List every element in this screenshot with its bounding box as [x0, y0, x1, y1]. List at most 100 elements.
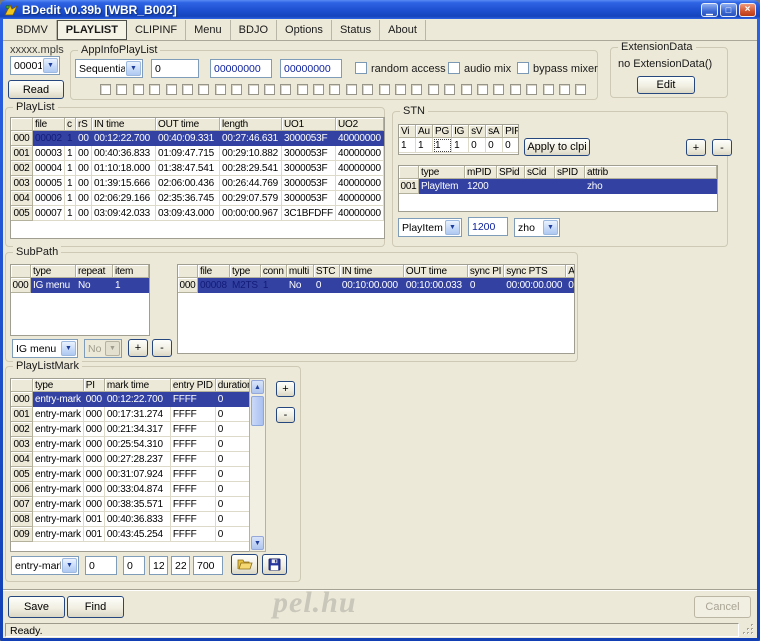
cell[interactable]: 02:06:29.166 [92, 191, 156, 206]
chevron-down-icon[interactable]: ▼ [43, 58, 58, 73]
column-header[interactable]: item [113, 265, 149, 278]
table-row[interactable]: 002 00004 1 00 01:10:18.000 01:38:47.541 00:28… [11, 161, 384, 176]
cell[interactable]: 000 [83, 452, 105, 467]
uo-mask-checkbox[interactable] [493, 84, 505, 95]
cell[interactable]: 00007 [33, 206, 65, 221]
tab-bdmv[interactable]: BDMV [8, 20, 57, 40]
tab-status[interactable]: Status [332, 20, 381, 40]
uo-mask-checkbox[interactable] [296, 84, 308, 95]
column-header[interactable]: sV [469, 125, 487, 138]
cell[interactable]: 00005 [33, 176, 65, 191]
cell[interactable]: 1 [65, 161, 76, 176]
uo-mask-checkbox[interactable] [509, 84, 521, 95]
cell[interactable]: 000 [83, 407, 105, 422]
column-header[interactable]: file [198, 265, 230, 278]
mark-pi-field[interactable] [85, 556, 117, 575]
mpls-file-select[interactable]: 00001 ▼ [10, 56, 60, 75]
column-header[interactable]: file [33, 118, 65, 131]
cell[interactable]: 1200 [465, 179, 497, 194]
playlistmark-table[interactable]: type PI mark time entry PID duration 000 entry… [11, 379, 249, 542]
cell[interactable]: 0 [215, 407, 249, 422]
corner-header[interactable] [178, 265, 198, 278]
uo-mask-checkbox[interactable] [395, 84, 407, 95]
tab-playlist[interactable]: PLAYLIST [56, 20, 127, 40]
column-header[interactable]: An [566, 265, 574, 278]
row-header[interactable]: 006 [11, 482, 33, 497]
cell[interactable]: 0 [383, 176, 384, 191]
cell[interactable]: 000 [83, 437, 105, 452]
table-row[interactable]: 000 IG menu No 1 [11, 278, 149, 293]
cell[interactable]: 0 [215, 527, 249, 542]
cell[interactable]: 00 [76, 161, 92, 176]
tab-about[interactable]: About [380, 20, 426, 40]
cell[interactable]: 0 [467, 278, 505, 293]
uo-mask-checkbox[interactable] [558, 84, 570, 95]
tab-bdjo[interactable]: BDJO [231, 20, 278, 40]
edit-button[interactable]: Edit [637, 76, 695, 94]
column-header[interactable]: PG [433, 125, 453, 138]
chevron-down-icon[interactable]: ▼ [61, 341, 76, 356]
column-header[interactable]: An [383, 118, 384, 131]
column-header[interactable]: entry PID [170, 379, 216, 392]
uo-mask-checkbox[interactable] [362, 84, 374, 95]
uo-mask-checkbox[interactable] [263, 84, 275, 95]
chevron-down-icon[interactable]: ▼ [126, 61, 141, 76]
subpath-paths-table[interactable]: type repeat item 000 IG menu No 1 [11, 265, 149, 293]
column-header[interactable]: mPID [465, 166, 497, 179]
cell[interactable]: FFFF [170, 467, 216, 482]
cell[interactable]: entry-mark [33, 407, 84, 422]
cell[interactable]: 1 [65, 146, 76, 161]
table-row[interactable]: 001 entry-mark 000 00:17:31.274 FFFF 0 [11, 407, 249, 422]
mark-type-select[interactable]: entry-mark ▼ [11, 556, 79, 575]
column-header[interactable]: length [220, 118, 282, 131]
table-row[interactable]: 006 entry-mark 000 00:33:04.874 FFFF 0 [11, 482, 249, 497]
tab-menu[interactable]: Menu [186, 20, 231, 40]
uo-mask-checkbox[interactable] [444, 84, 456, 95]
column-header[interactable]: IN time [92, 118, 156, 131]
scrollbar-thumb[interactable] [251, 396, 264, 426]
column-header[interactable]: Au [416, 125, 433, 138]
cell[interactable]: 00:27:46.631 [220, 131, 282, 146]
table-row[interactable]: 004 00006 1 00 02:06:29.166 02:35:36.745 00:29… [11, 191, 384, 206]
cell[interactable]: FFFF [170, 437, 216, 452]
row-header[interactable]: 005 [11, 206, 33, 221]
chevron-down-icon[interactable]: ▼ [543, 220, 558, 235]
maximize-button[interactable]: □ [720, 2, 737, 17]
cell[interactable]: 00:26:44.769 [220, 176, 282, 191]
cell[interactable]: 40000000 [335, 161, 384, 176]
cell[interactable]: 0 [215, 497, 249, 512]
cell[interactable]: 1 [452, 138, 470, 153]
cell[interactable]: 001 [83, 512, 105, 527]
cell[interactable]: 3C1BFDFF [282, 206, 336, 221]
column-header[interactable]: duration [215, 379, 249, 392]
close-button[interactable]: × [739, 2, 756, 17]
cell[interactable]: entry-mark [33, 467, 84, 482]
mark-hours-field[interactable] [123, 556, 145, 575]
uo-mask-checkbox[interactable] [526, 84, 538, 95]
column-header[interactable]: SPid [497, 166, 525, 179]
cell[interactable]: 02:06:00.436 [156, 176, 220, 191]
column-header[interactable]: Vi [399, 125, 416, 138]
cell[interactable]: 00:29:07.579 [220, 191, 282, 206]
cell[interactable]: 0 [215, 512, 249, 527]
cell[interactable]: entry-mark [33, 452, 84, 467]
row-header[interactable]: 004 [11, 452, 33, 467]
playlistmark-scrollbar[interactable]: ▲ ▼ [249, 378, 266, 552]
cell[interactable]: 1 [399, 138, 416, 153]
column-header[interactable]: sA [486, 125, 504, 138]
cell[interactable]: entry-mark [33, 422, 84, 437]
uo-mask-checkbox[interactable] [476, 84, 488, 95]
column-header[interactable]: sync PI [467, 265, 505, 278]
column-header[interactable]: UO2 [335, 118, 384, 131]
cell[interactable]: 00004 [33, 161, 65, 176]
cell[interactable]: 00 [76, 191, 92, 206]
cell[interactable]: FFFF [170, 392, 216, 407]
uo-mask-checkbox[interactable] [198, 84, 210, 95]
uo-mask-checkbox[interactable] [116, 84, 128, 95]
cell[interactable]: 0 [383, 206, 384, 221]
stream-lang-select[interactable]: zho ▼ [514, 218, 560, 237]
row-header[interactable]: 000 [11, 278, 31, 293]
cell[interactable]: 3000053F [282, 176, 336, 191]
cell[interactable] [525, 179, 555, 194]
table-row[interactable]: 003 entry-mark 000 00:25:54.310 FFFF 0 [11, 437, 249, 452]
